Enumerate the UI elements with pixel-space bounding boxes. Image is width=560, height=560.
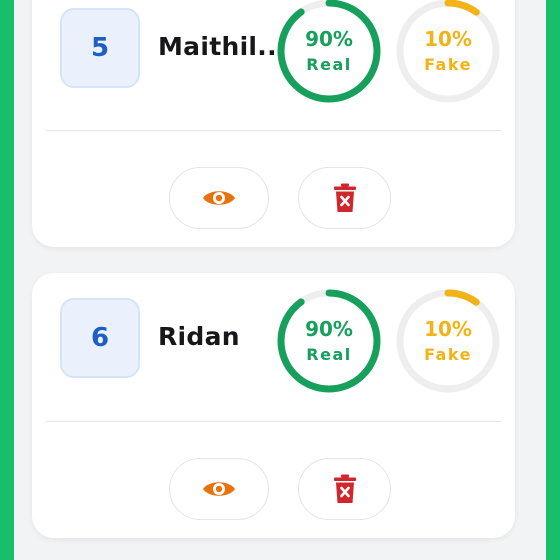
- eye-icon: [203, 482, 235, 496]
- fake-label: Fake: [424, 345, 472, 364]
- record-number-badge: 5: [60, 8, 140, 88]
- real-label: Real: [306, 55, 352, 74]
- record-number: 6: [90, 323, 110, 353]
- delete-button[interactable]: [298, 167, 391, 229]
- fake-label: Fake: [424, 55, 472, 74]
- record-number-badge: 6: [60, 298, 140, 378]
- real-label: Real: [306, 345, 352, 364]
- fake-score-ring: 10% Fake: [395, 0, 501, 104]
- trash-icon: [333, 474, 356, 503]
- view-button[interactable]: [169, 167, 269, 229]
- trash-icon: [333, 183, 356, 212]
- fake-percent: 10%: [424, 317, 472, 341]
- record-name: Maithil...: [158, 32, 287, 61]
- record-name: Ridan: [158, 322, 240, 351]
- record-card: 5 Maithil... 90% Real 10% Fake: [32, 0, 515, 247]
- card-divider: [46, 421, 501, 422]
- card-divider: [46, 130, 501, 131]
- real-percent: 90%: [305, 27, 353, 51]
- real-score-ring: 90% Real: [276, 288, 382, 394]
- real-score-ring: 90% Real: [276, 0, 382, 104]
- fake-percent: 10%: [424, 27, 472, 51]
- view-button[interactable]: [169, 458, 269, 520]
- fake-score-ring: 10% Fake: [395, 288, 501, 394]
- eye-icon: [203, 191, 235, 205]
- record-number: 5: [90, 33, 110, 63]
- real-percent: 90%: [305, 317, 353, 341]
- delete-button[interactable]: [298, 458, 391, 520]
- record-card: 6 Ridan 90% Real 10% Fake: [32, 273, 515, 538]
